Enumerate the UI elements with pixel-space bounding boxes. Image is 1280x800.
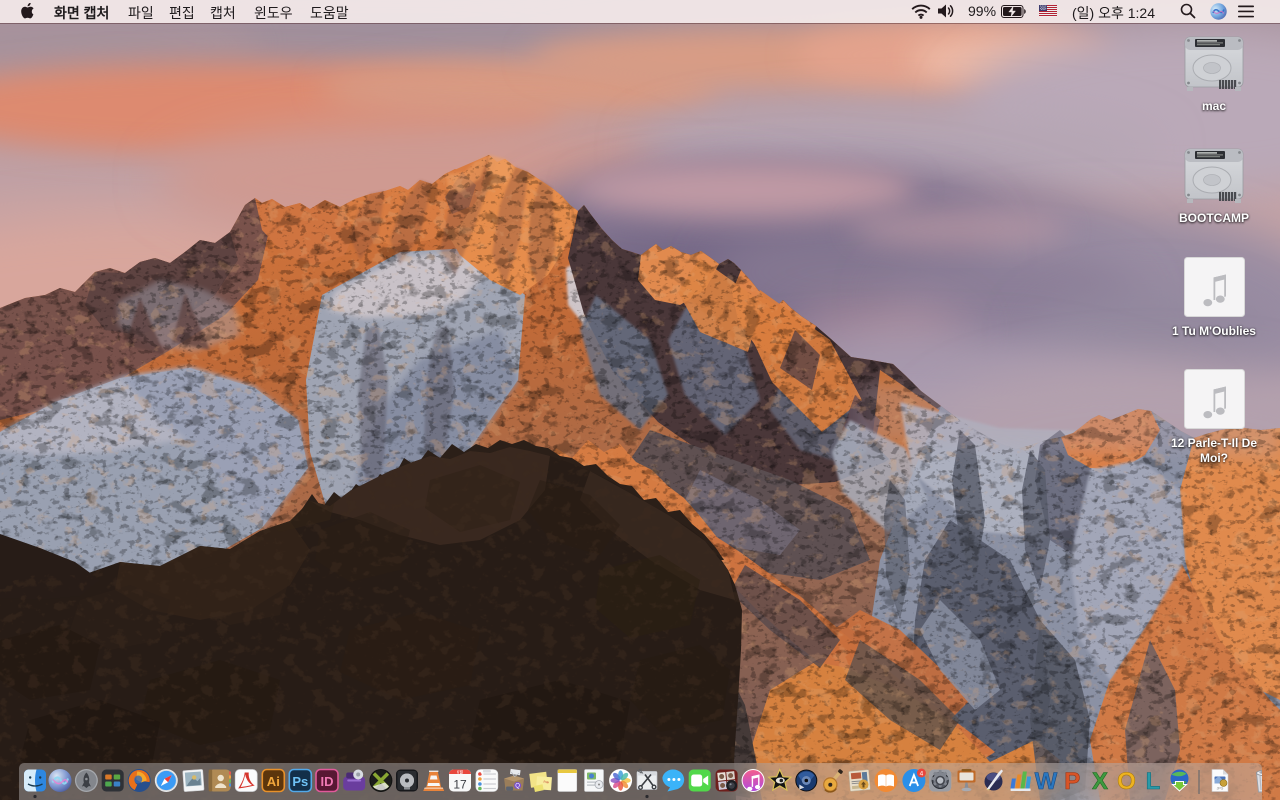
svg-text:P: P [1064,768,1080,795]
svg-text:6월: 6월 [457,769,463,776]
svg-text:Ps: Ps [292,774,308,789]
svg-text:Rqs: Rqs [543,780,549,784]
svg-text:W: W [1035,768,1058,795]
svg-text:X: X [1092,768,1108,795]
svg-text:Q: Q [515,784,520,790]
svg-text:ID: ID [321,774,334,789]
svg-text:O: O [1117,768,1136,795]
svg-text:JPG: JPG [1217,787,1224,791]
svg-text:17: 17 [453,778,467,792]
svg-text:L: L [1146,768,1161,795]
svg-text:4: 4 [920,771,924,778]
svg-text:Ai: Ai [267,774,280,789]
